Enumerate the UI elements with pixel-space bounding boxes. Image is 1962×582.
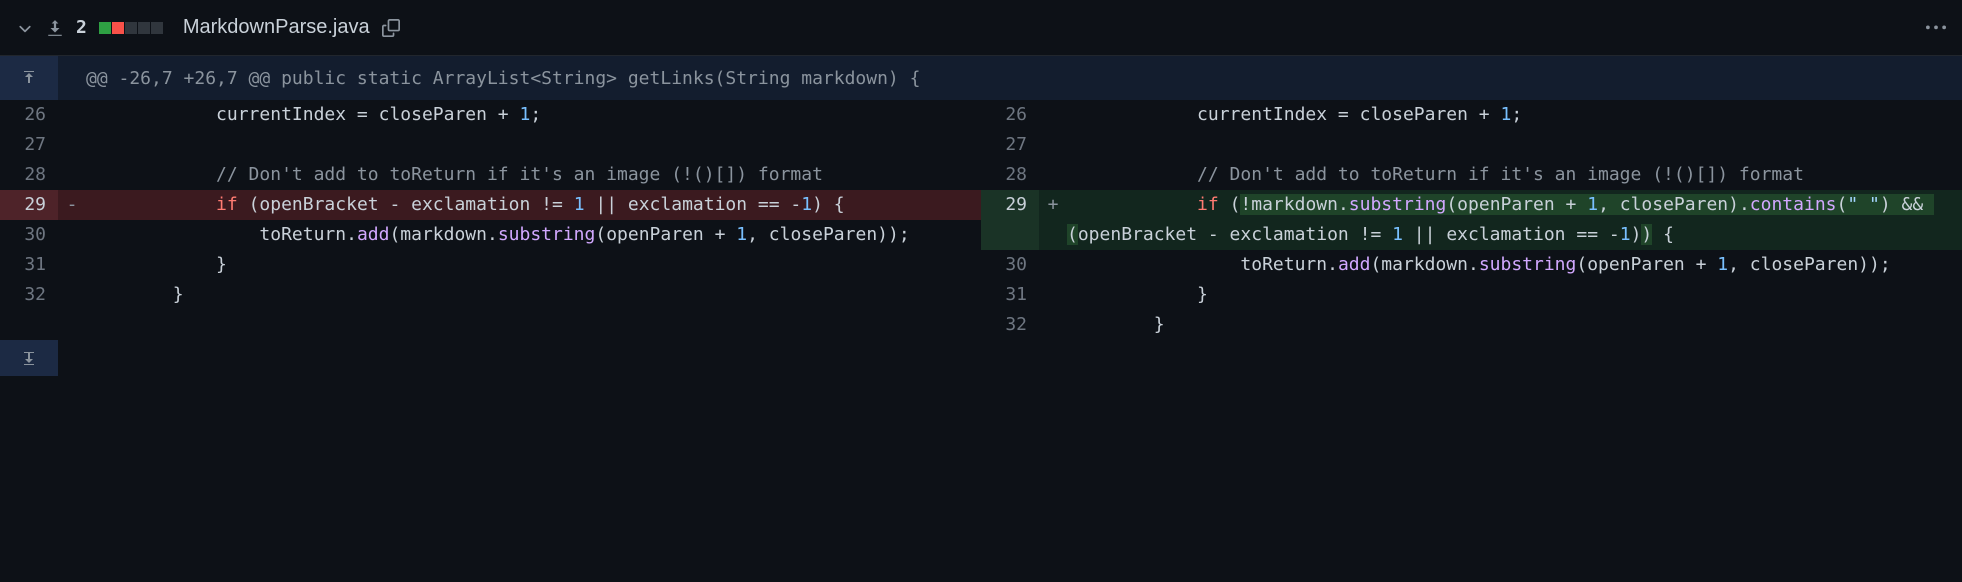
stage-icon[interactable] bbox=[46, 19, 64, 37]
diff-box-removed bbox=[112, 22, 124, 34]
code-content: } bbox=[86, 250, 981, 280]
line-number[interactable]: 31 bbox=[0, 250, 58, 280]
code-content: } bbox=[86, 280, 981, 310]
diff-marker bbox=[1039, 250, 1067, 280]
line-number[interactable]: 28 bbox=[0, 160, 58, 190]
code-line[interactable]: 31 } bbox=[981, 280, 1962, 310]
code-line[interactable]: 32 } bbox=[0, 280, 981, 310]
copy-path-icon[interactable] bbox=[382, 19, 400, 37]
code-line[interactable]: 26 currentIndex = closeParen + 1; bbox=[981, 100, 1962, 130]
code-line[interactable]: 31 } bbox=[0, 250, 981, 280]
code-content: // Don't add to toReturn if it's an imag… bbox=[1067, 160, 1962, 190]
diff-header: 2 MarkdownParse.java bbox=[0, 0, 1962, 56]
code-line[interactable]: 30 toReturn.add(markdown.substring(openP… bbox=[981, 250, 1962, 280]
code-content: } bbox=[1067, 310, 1962, 340]
line-number[interactable]: 29 bbox=[0, 190, 58, 220]
line-number[interactable]: 31 bbox=[981, 280, 1039, 310]
diff-marker bbox=[58, 160, 86, 190]
change-count: 2 bbox=[76, 17, 87, 38]
code-content bbox=[1067, 130, 1962, 160]
code-content: // Don't add to toReturn if it's an imag… bbox=[86, 160, 981, 190]
code-content: if (openBracket - exclamation != 1 || ex… bbox=[86, 190, 981, 220]
diff-box-neutral bbox=[125, 22, 137, 34]
expand-down-icon[interactable] bbox=[0, 340, 58, 376]
more-options-icon[interactable] bbox=[1926, 18, 1946, 38]
collapse-chevron-icon[interactable] bbox=[16, 19, 34, 37]
diff-stat-boxes bbox=[99, 22, 163, 34]
line-number[interactable]: 30 bbox=[981, 250, 1039, 280]
diff-box-added bbox=[99, 22, 111, 34]
line-number[interactable]: 26 bbox=[0, 100, 58, 130]
code-content: currentIndex = closeParen + 1; bbox=[86, 100, 981, 130]
line-number[interactable]: 27 bbox=[981, 130, 1039, 160]
code-content: toReturn.add(markdown.substring(openPare… bbox=[86, 220, 981, 250]
code-line[interactable]: 26 currentIndex = closeParen + 1; bbox=[0, 100, 981, 130]
line-number[interactable]: 32 bbox=[981, 310, 1039, 340]
code-line[interactable]: 30 toReturn.add(markdown.substring(openP… bbox=[0, 220, 981, 250]
diff-box-neutral bbox=[138, 22, 150, 34]
code-line[interactable]: 28 // Don't add to toReturn if it's an i… bbox=[981, 160, 1962, 190]
diff-marker bbox=[58, 250, 86, 280]
diff-marker bbox=[1039, 160, 1067, 190]
diff-marker: + bbox=[1039, 190, 1067, 250]
header-left: 2 MarkdownParse.java bbox=[16, 16, 1926, 39]
code-line[interactable]: 27 bbox=[981, 130, 1962, 160]
diff-marker bbox=[1039, 280, 1067, 310]
diff-marker bbox=[1039, 100, 1067, 130]
line-number[interactable]: 29 bbox=[981, 190, 1039, 250]
code-line[interactable]: 29+ if (!markdown.substring(openParen + … bbox=[981, 190, 1962, 250]
code-content bbox=[86, 130, 981, 160]
line-number[interactable]: 28 bbox=[981, 160, 1039, 190]
diff-marker bbox=[1039, 130, 1067, 160]
code-line[interactable]: 32 } bbox=[981, 310, 1962, 340]
diff-marker bbox=[58, 280, 86, 310]
expand-up-icon[interactable] bbox=[0, 56, 58, 100]
code-line[interactable]: 27 bbox=[0, 130, 981, 160]
diff-marker bbox=[58, 220, 86, 250]
diff-marker bbox=[1039, 310, 1067, 340]
hunk-text: @@ -26,7 +26,7 @@ public static ArrayLis… bbox=[58, 68, 920, 89]
diff-body: 26 currentIndex = closeParen + 1;2728 //… bbox=[0, 100, 1962, 340]
footer-expand bbox=[0, 340, 1962, 376]
left-side: 26 currentIndex = closeParen + 1;2728 //… bbox=[0, 100, 981, 340]
line-number[interactable]: 26 bbox=[981, 100, 1039, 130]
line-number[interactable]: 32 bbox=[0, 280, 58, 310]
diff-marker bbox=[58, 100, 86, 130]
diff-box-neutral bbox=[151, 22, 163, 34]
line-number[interactable]: 27 bbox=[0, 130, 58, 160]
filename[interactable]: MarkdownParse.java bbox=[183, 16, 370, 39]
hunk-header: @@ -26,7 +26,7 @@ public static ArrayLis… bbox=[0, 56, 1962, 100]
code-line[interactable]: 29- if (openBracket - exclamation != 1 |… bbox=[0, 190, 981, 220]
diff-marker bbox=[58, 130, 86, 160]
right-side: 26 currentIndex = closeParen + 1;2728 //… bbox=[981, 100, 1962, 340]
code-content: if (!markdown.substring(openParen + 1, c… bbox=[1067, 190, 1962, 250]
diff-marker: - bbox=[58, 190, 86, 220]
code-line[interactable]: 28 // Don't add to toReturn if it's an i… bbox=[0, 160, 981, 190]
code-content: toReturn.add(markdown.substring(openPare… bbox=[1067, 250, 1962, 280]
code-content: } bbox=[1067, 280, 1962, 310]
code-content: currentIndex = closeParen + 1; bbox=[1067, 100, 1962, 130]
line-number[interactable]: 30 bbox=[0, 220, 58, 250]
